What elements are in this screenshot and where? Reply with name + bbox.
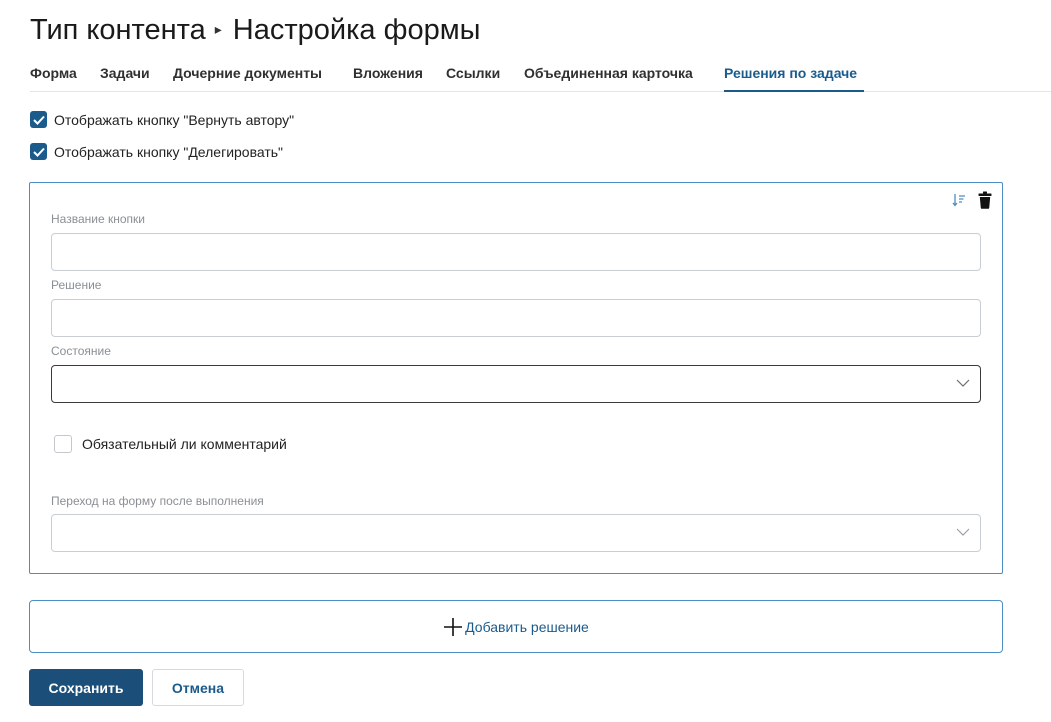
add-decision-label: Добавить решение [465, 618, 589, 635]
comment-required-option[interactable]: Обязательный ли комментарий [54, 435, 287, 453]
button-name-input[interactable] [51, 233, 981, 271]
delegate-checkbox[interactable] [30, 143, 47, 160]
title-content-type: Тип контента [30, 14, 206, 46]
title-form-settings: Настройка формы [232, 14, 481, 46]
return-to-author-option[interactable]: Отображать кнопку "Вернуть автору" [30, 111, 294, 128]
cancel-button[interactable]: Отмена [152, 669, 244, 706]
checkmark-icon [32, 147, 45, 157]
return-to-author-checkbox[interactable] [30, 111, 47, 128]
state-select[interactable] [51, 365, 981, 403]
page-title: Тип контента ▸ Настройка формы [30, 14, 481, 47]
delegate-label: Отображать кнопку "Делегировать" [54, 143, 284, 160]
trash-icon[interactable] [978, 191, 992, 209]
chevron-down-icon [956, 379, 970, 387]
chevron-down-icon [956, 528, 970, 536]
add-decision-button[interactable]: Добавить решение [29, 600, 1003, 653]
return-to-author-label: Отображать кнопку "Вернуть автору" [54, 111, 295, 128]
plus-icon [444, 617, 463, 636]
decision-input[interactable] [51, 299, 981, 337]
card-tools [952, 191, 992, 209]
tab-tasks[interactable]: Задачи [100, 65, 150, 81]
tab-task-decisions[interactable]: Решения по задаче [724, 65, 857, 81]
comment-required-label: Обязательный ли комментарий [82, 436, 287, 452]
tab-links[interactable]: Ссылки [446, 65, 500, 81]
next-form-select[interactable] [51, 514, 981, 552]
breadcrumb-separator-icon: ▸ [214, 21, 222, 37]
tab-merged-card[interactable]: Объединенная карточка [524, 65, 693, 81]
state-label: Состояние [51, 344, 111, 358]
decision-card: Название кнопки Решение Состояние Обязат… [29, 182, 1003, 574]
comment-required-checkbox[interactable] [54, 435, 72, 453]
button-name-label: Название кнопки [51, 212, 145, 226]
tab-form[interactable]: Форма [30, 65, 77, 81]
tab-attachments[interactable]: Вложения [353, 65, 423, 81]
tab-bar: Форма Задачи Дочерние документы Вложения… [30, 62, 1051, 92]
sort-icon[interactable] [952, 193, 966, 207]
save-button[interactable]: Сохранить [29, 669, 143, 706]
delegate-option[interactable]: Отображать кнопку "Делегировать" [30, 143, 283, 160]
decision-label: Решение [51, 278, 102, 292]
tab-child-documents[interactable]: Дочерние документы [173, 65, 322, 81]
checkmark-icon [32, 115, 45, 125]
next-form-label: Переход на форму после выполнения [51, 494, 264, 508]
active-tab-indicator [724, 90, 864, 92]
